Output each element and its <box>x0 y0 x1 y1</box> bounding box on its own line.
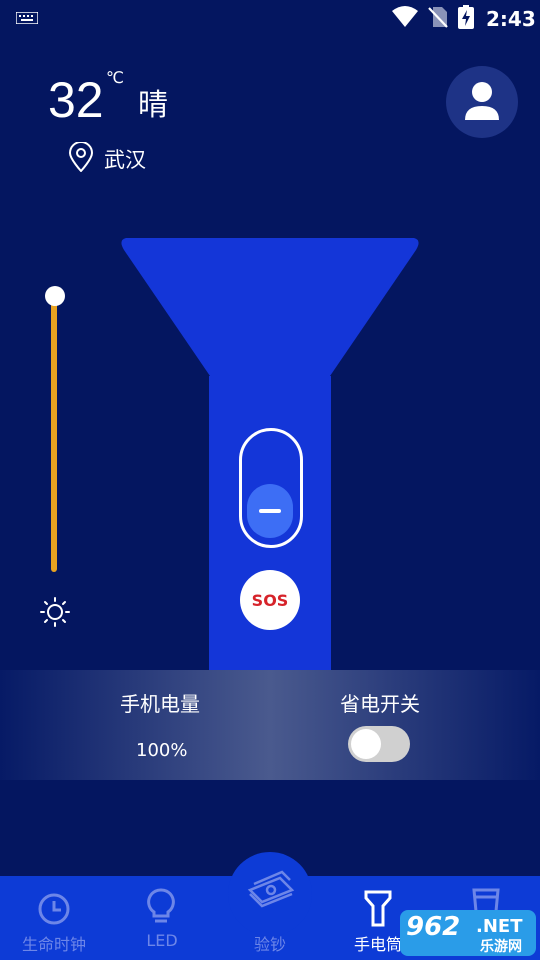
brightness-icon <box>40 597 70 627</box>
bulb-icon <box>147 888 175 923</box>
watermark-net: .NET <box>476 916 523 937</box>
status-bar: 2:43 <box>0 0 540 36</box>
power-save-label: 省电开关 <box>340 692 420 716</box>
watermark-name: 乐游网 <box>480 939 522 955</box>
location-pin-icon <box>68 142 94 172</box>
temperature-unit: ℃ <box>106 68 124 87</box>
clock-icon <box>38 893 70 925</box>
banknote-icon <box>247 870 295 908</box>
temperature: 32 <box>48 72 104 128</box>
brightness-slider-track[interactable] <box>51 296 57 572</box>
watermark-number: 962 <box>406 912 461 942</box>
nav-label: LED <box>146 931 178 950</box>
power-save-toggle[interactable] <box>348 726 410 762</box>
keyboard-icon <box>16 12 38 24</box>
flashlight-switch-knob[interactable] <box>247 484 293 538</box>
nav-item-led[interactable]: LED <box>108 876 216 960</box>
nav-label: 验钞 <box>253 935 286 954</box>
nav-item-life-clock[interactable]: 生命时钟 <box>0 876 108 960</box>
nav-label: 生命时钟 <box>21 935 86 954</box>
location-city: 武汉 <box>104 148 146 172</box>
status-time: 2:43 <box>486 7 536 31</box>
no-sim-icon <box>428 7 448 28</box>
brightness-slider-handle[interactable] <box>45 286 65 306</box>
flashlight-icon <box>364 890 392 927</box>
user-icon <box>465 82 499 120</box>
battery-value: 100% <box>136 740 188 761</box>
sos-button[interactable]: SOS <box>240 570 300 630</box>
weather-condition: 晴 <box>138 88 168 123</box>
site-watermark: 962 .NET 乐游网 <box>400 910 536 956</box>
battery-charging-icon <box>458 5 474 29</box>
battery-label: 手机电量 <box>120 692 200 716</box>
user-avatar-button[interactable] <box>446 66 518 138</box>
wifi-icon <box>392 6 418 27</box>
info-panel <box>0 670 540 780</box>
nav-item-banknote[interactable]: 验钞 <box>216 870 324 960</box>
